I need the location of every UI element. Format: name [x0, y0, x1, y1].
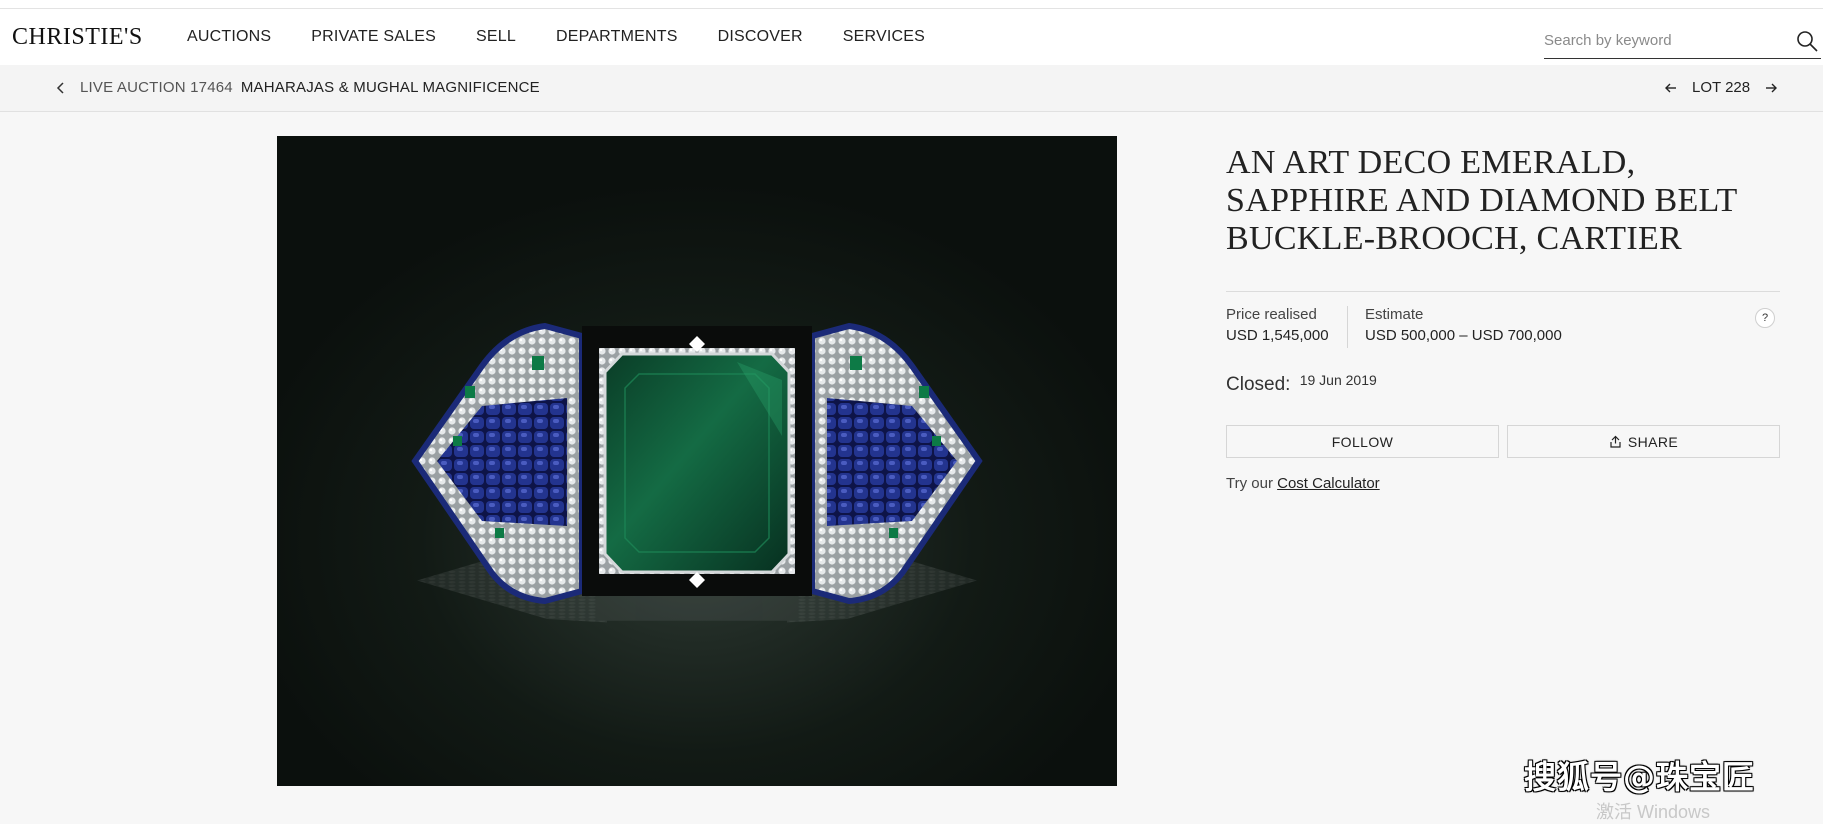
arrow-right-icon[interactable]: [1764, 81, 1778, 95]
nav-private-sales[interactable]: PRIVATE SALES: [311, 28, 436, 46]
top-strip: [0, 0, 1823, 9]
breadcrumb-auction-number[interactable]: LIVE AUCTION 17464: [80, 79, 233, 96]
arrow-left-icon[interactable]: [1664, 81, 1678, 95]
cost-prefix: Try our: [1226, 475, 1273, 492]
chevron-left-icon[interactable]: [54, 81, 68, 95]
price-realised-value: USD 1,545,000: [1226, 327, 1329, 344]
breadcrumb-auction-title[interactable]: MAHARAJAS & MUGHAL MAGNIFICENCE: [241, 79, 540, 96]
search-icon[interactable]: [1795, 29, 1819, 53]
closed-label: Closed:: [1226, 374, 1291, 395]
share-icon: [1610, 435, 1621, 448]
closed-info: Closed: 19 Jun 2019: [1226, 372, 1377, 396]
search-input[interactable]: [1544, 27, 1784, 53]
nav-services[interactable]: SERVICES: [843, 28, 925, 46]
search-box: [1544, 25, 1821, 59]
lot-number: LOT 228: [1692, 79, 1751, 96]
nav-auctions[interactable]: AUCTIONS: [187, 28, 271, 46]
christies-logo[interactable]: CHRISTIE'S: [12, 24, 143, 51]
cost-calculator-link[interactable]: Cost Calculator: [1277, 475, 1380, 492]
cost-calculator-line: Try our Cost Calculator: [1226, 475, 1380, 492]
nav-discover[interactable]: DISCOVER: [718, 28, 803, 46]
lot-navigation: LOT 228: [1664, 79, 1778, 96]
brooch-illustration: [277, 136, 1117, 786]
breadcrumb-bar: LIVE AUCTION 17464 MAHARAJAS & MUGHAL MA…: [0, 65, 1823, 112]
site-header: CHRISTIE'S AUCTIONS PRIVATE SALES SELL D…: [0, 9, 1823, 65]
main-nav: AUCTIONS PRIVATE SALES SELL DEPARTMENTS …: [187, 28, 925, 46]
follow-label: FOLLOW: [1331, 433, 1394, 450]
share-label: SHARE: [1627, 433, 1679, 450]
estimate: Estimate USD 500,000 – USD 700,000: [1347, 306, 1562, 348]
price-realised-label: Price realised: [1226, 306, 1317, 323]
lot-image[interactable]: [277, 136, 1117, 786]
breadcrumb[interactable]: LIVE AUCTION 17464 MAHARAJAS & MUGHAL MA…: [54, 79, 540, 96]
activate-windows-text: 激活 Windows: [1596, 802, 1711, 822]
lot-title: AN ART DECO EMERALD, SAPPHIRE AND DIAMON…: [1226, 144, 1737, 257]
closed-date: 19 Jun 2019: [1299, 372, 1377, 388]
estimate-label: Estimate: [1365, 306, 1424, 323]
follow-button[interactable]: FOLLOW: [1226, 425, 1499, 458]
share-button[interactable]: SHARE: [1507, 425, 1780, 458]
help-icon[interactable]: ?: [1755, 308, 1775, 328]
nav-sell[interactable]: SELL: [476, 28, 516, 46]
price-realised: Price realised USD 1,545,000: [1226, 306, 1329, 344]
estimate-value: USD 500,000 – USD 700,000: [1365, 327, 1562, 344]
watermark-text: 搜狐号@珠宝匠: [1524, 758, 1756, 796]
divider: [1226, 291, 1780, 292]
nav-departments[interactable]: DEPARTMENTS: [556, 28, 678, 46]
